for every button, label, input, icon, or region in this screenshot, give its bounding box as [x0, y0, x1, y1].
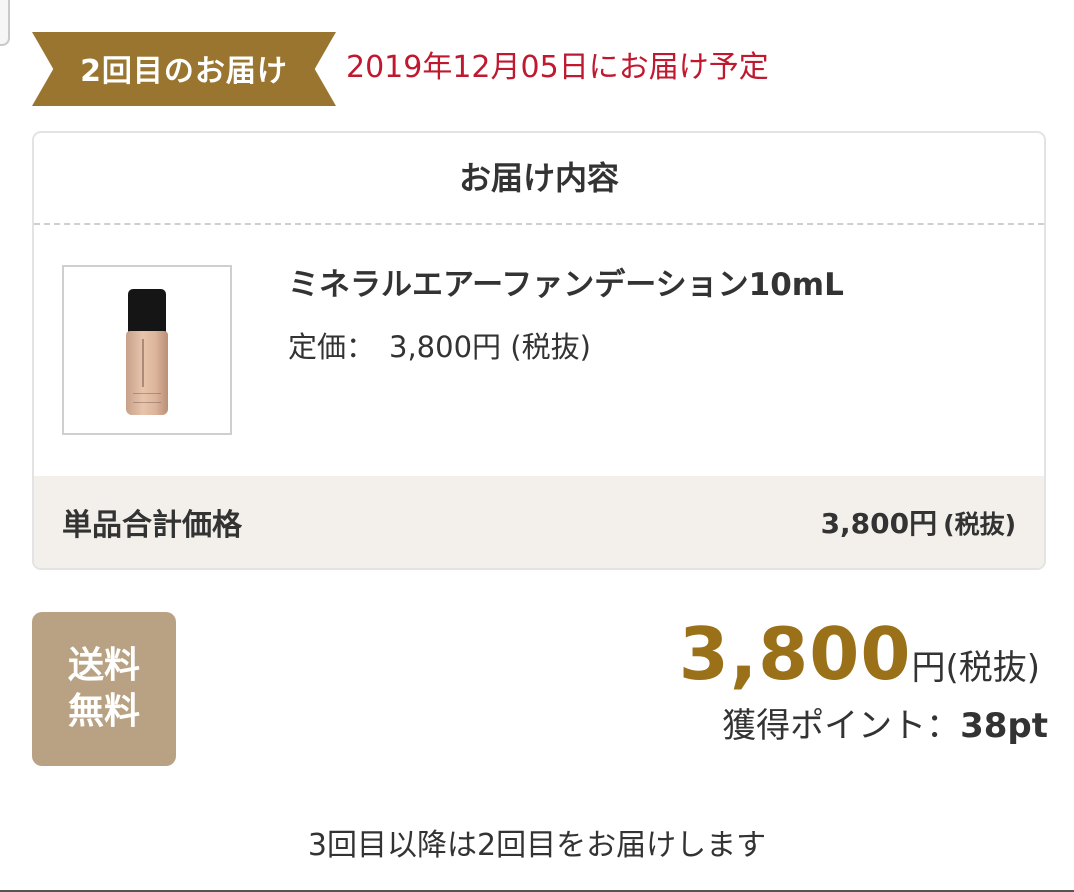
next-delivery-note: 3回目以降は2回目をお届けします [307, 828, 767, 863]
subtotal-amount: 3,800円 [820, 507, 938, 540]
delivery-ribbon: 2回目のお届け [32, 32, 336, 106]
product-price-value: 3,800円 [389, 330, 502, 364]
delivery-ribbon-label: 2回目のお届け [80, 54, 288, 89]
free-shipping-line2: 無料 [67, 691, 140, 732]
bottle-label-band [133, 393, 161, 403]
product-price-label: 定価： [288, 330, 376, 364]
product-price-tax: (税抜) [510, 330, 591, 364]
total-unit: 円(税抜) [911, 648, 1040, 688]
scroll-edge-indicator [0, 0, 10, 46]
product-name[interactable]: ミネラルエアーファンデーション10mL [288, 265, 844, 305]
free-shipping-line1: 送料 [67, 645, 140, 686]
total-price: 3,800円(税抜) [679, 612, 1040, 716]
delivery-content-card: お届け内容 ミネラルエアーファンデーション10mL 定価： 3,800円 (税抜)… [32, 131, 1046, 570]
points-value: 38pt [960, 706, 1048, 746]
bottle-body-graphic [126, 331, 168, 415]
points-label: 獲得ポイント： [722, 706, 961, 746]
total-amount: 3,800 [678, 612, 912, 696]
scheduled-delivery-date: 2019年12月05日にお届け予定 [346, 50, 769, 85]
bottle-cap-graphic [128, 289, 166, 335]
free-shipping-badge: 送料 無料 [32, 612, 176, 766]
subtotal-row: 単品合計価格 3,800円 (税抜) [34, 476, 1044, 568]
bottle-label-mark [142, 339, 152, 387]
subtotal-label: 単品合計価格 [62, 508, 242, 543]
subtotal-tax: (税抜) [943, 510, 1016, 539]
product-price: 定価： 3,800円 (税抜) [288, 327, 591, 367]
subtotal-value: 3,800円 (税抜) [821, 502, 1016, 542]
product-image[interactable] [62, 265, 232, 435]
card-title: お届け内容 [34, 133, 1044, 225]
earned-points: 獲得ポイント：38pt [722, 702, 1048, 750]
